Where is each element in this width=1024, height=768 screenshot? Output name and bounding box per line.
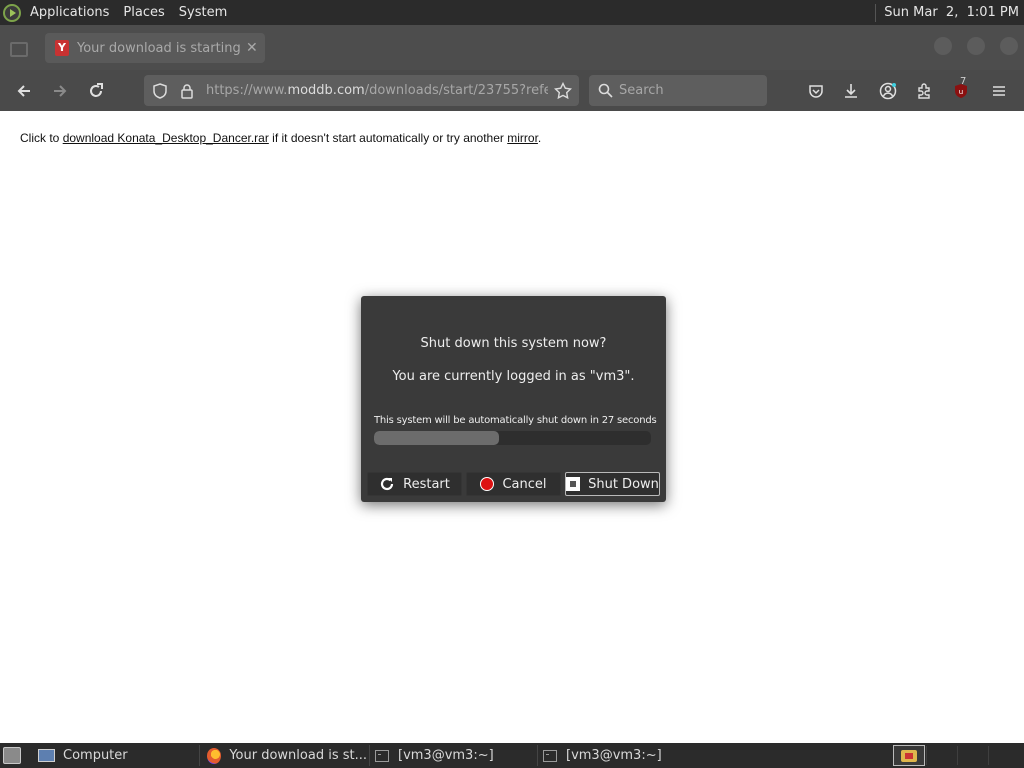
dialog-question: Shut down this system now? [420,336,607,351]
url-text[interactable]: https://www.moddb.com/downloads/start/23… [206,83,548,98]
downloads-button[interactable] [838,78,864,104]
search-input[interactable]: Search [589,75,767,106]
workspace-3[interactable] [957,746,987,765]
hamburger-icon [993,86,1005,96]
task-computer-label: Computer [63,748,128,763]
shutdown-countdown-text: This system will be automatically shut d… [374,415,657,426]
dialog-button-row: Restart Cancel Shut Down [367,472,660,496]
download-line-suffix: . [537,131,542,145]
browser-nav-bar: https://www.moddb.com/downloads/start/23… [0,70,1024,111]
shut-down-button[interactable]: Shut Down [565,472,660,496]
url-prefix: https://www. [206,83,288,98]
bottom-taskbar: Computer Your download is st... [vm3@vm3… [0,743,1024,768]
shutdown-progress-bar [374,431,651,445]
download-icon [845,84,857,98]
cancel-button[interactable]: Cancel [466,472,561,496]
account-button[interactable] [875,78,901,104]
tab-close-icon[interactable]: ✕ [246,40,258,56]
restart-label: Restart [403,476,450,492]
dialog-logged-in-text: You are currently logged in as "vm3". [392,369,635,384]
download-line-middle: if it doesn't start automatically or try… [268,131,508,145]
cancel-label: Cancel [502,476,547,492]
task-terminal-2-label: [vm3@vm3:~] [566,748,662,763]
window-close-button[interactable] [1000,37,1018,55]
account-icon [879,82,897,100]
forward-button[interactable] [47,78,73,104]
show-desktop-icon[interactable] [3,747,21,764]
url-bar[interactable]: https://www.moddb.com/downloads/start/23… [144,75,579,106]
url-host: moddb.com [287,83,365,98]
mirror-link[interactable]: mirror [507,131,538,145]
reload-icon [90,83,103,97]
task-separator [537,745,538,766]
pocket-button[interactable] [803,78,829,104]
shut-down-label: Shut Down [588,476,659,492]
browser-tab-strip: Y Your download is starting - I ✕ [0,25,1024,70]
shutdown-icon [566,477,581,491]
panel-clock[interactable]: Sun Mar 2, 1:01 PM [875,3,1024,22]
download-line-prefix: Click to [20,131,63,145]
workspace-4[interactable] [988,746,1018,765]
bookmark-star-icon[interactable] [554,81,572,100]
pocket-icon [809,85,823,98]
shield-icon[interactable] [152,82,168,99]
shutdown-progress-fill [374,431,499,445]
download-message: Click to download Konata_Desktop_Dancer.… [20,131,541,145]
cancel-icon [480,477,495,491]
workspace-app-icon [901,749,917,762]
puzzle-icon [918,83,930,99]
firefox-view-icon[interactable] [4,36,32,60]
workspace-switcher-active[interactable] [893,745,925,766]
system-menu[interactable]: System [172,0,234,25]
shutdown-dialog: Shut down this system now? You are curre… [361,296,666,502]
task-separator [199,745,200,766]
ublock-badge: 7 [960,76,967,87]
arrow-right-icon [54,85,67,97]
task-firefox[interactable]: Your download is st... [207,744,367,767]
moddb-favicon-icon: Y [55,40,69,56]
reload-button[interactable] [83,78,109,104]
url-path: /downloads/start/23755?refe [364,83,548,98]
task-computer[interactable]: Computer [38,744,198,767]
svg-text:u: u [959,88,963,96]
lock-icon[interactable] [180,83,194,99]
window-minimize-button[interactable] [934,37,952,55]
search-icon [598,83,613,98]
window-maximize-button[interactable] [967,37,985,55]
search-placeholder: Search [619,83,664,98]
task-terminal-2[interactable]: [vm3@vm3:~] [543,744,703,767]
task-terminal-1[interactable]: [vm3@vm3:~] [375,744,535,767]
clock-separator [875,3,877,22]
applications-menu[interactable]: Applications [23,0,116,25]
task-terminal-1-label: [vm3@vm3:~] [398,748,494,763]
top-panel: Applications Places System Sun Mar 2, 1:… [0,0,1024,25]
firefox-icon [207,747,222,764]
distro-logo-icon[interactable] [3,3,21,22]
task-separator [369,745,370,766]
terminal-icon [375,749,389,762]
arrow-left-icon [17,85,30,97]
computer-icon [38,749,55,762]
download-link[interactable]: download Konata_Desktop_Dancer.rar [63,131,269,145]
terminal-icon [543,749,557,762]
clock-text: Sun Mar 2, 1:01 PM [884,5,1019,20]
back-button[interactable] [11,78,37,104]
extensions-button[interactable] [911,78,937,104]
restart-button[interactable]: Restart [367,472,462,496]
tab-title: Your download is starting - I [77,40,244,56]
restart-icon [381,477,394,491]
tab-download-starting[interactable]: Y Your download is starting - I ✕ [45,33,265,63]
places-menu[interactable]: Places [116,0,171,25]
task-firefox-label: Your download is st... [229,748,367,763]
menu-button[interactable] [986,78,1012,104]
workspace-2[interactable] [926,746,956,765]
